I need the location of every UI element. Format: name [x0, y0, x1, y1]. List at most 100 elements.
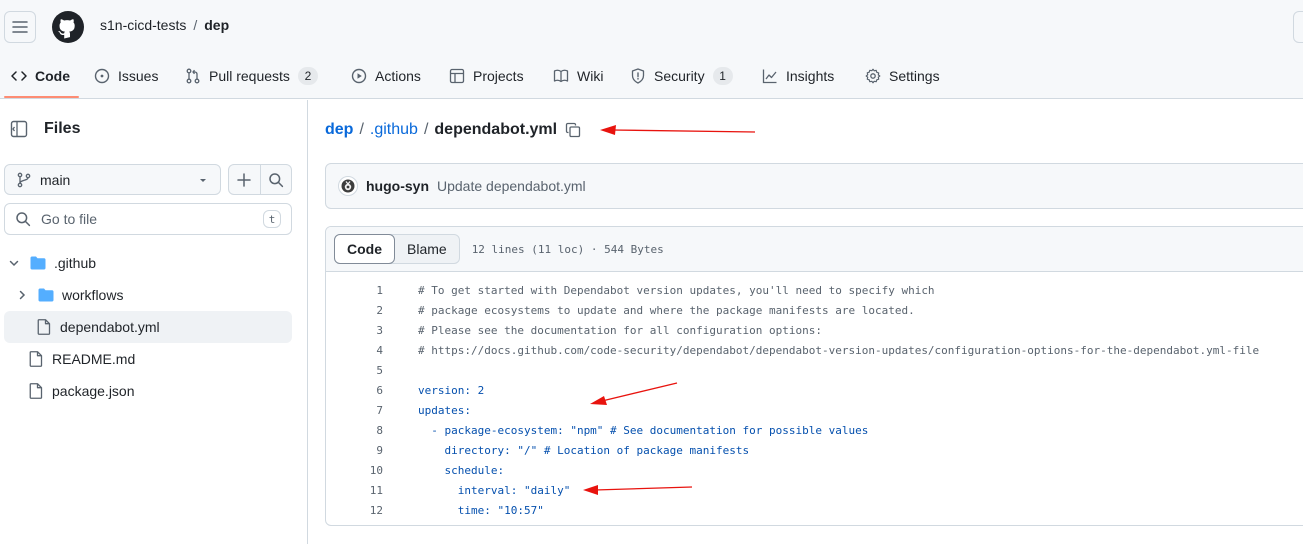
code-viewer: Code Blame 12 lines (11 loc) · 544 Bytes…: [325, 226, 1303, 526]
repo-nav: Code Issues Pull requests 2 Actions Proj…: [0, 54, 1303, 99]
code-line: 4 # https://docs.github.com/code-security…: [326, 340, 1303, 360]
hamburger-menu-button[interactable]: [4, 11, 36, 43]
user-avatar-icon: [341, 179, 355, 193]
tab-actions[interactable]: Actions: [351, 54, 421, 98]
tab-projects[interactable]: Projects: [449, 54, 524, 98]
breadcrumb-separator: /: [193, 17, 198, 33]
commit-author[interactable]: hugo-syn: [366, 178, 429, 194]
tree-folder-github[interactable]: .github: [4, 247, 292, 279]
tab-pull-requests[interactable]: Pull requests 2: [185, 54, 318, 98]
tab-settings[interactable]: Settings: [865, 54, 940, 98]
code-line: 12 time: "10:57": [326, 500, 1303, 520]
line-content: # To get started with Dependabot version…: [418, 283, 935, 297]
line-number[interactable]: 10: [326, 464, 383, 477]
shield-icon: [630, 68, 646, 84]
tree-item-label: .github: [54, 255, 97, 271]
avatar[interactable]: [338, 176, 358, 196]
tree-file-package-json[interactable]: package.json: [4, 375, 292, 407]
code-line: 3 # Please see the documentation for all …: [326, 320, 1303, 340]
search-icon: [269, 172, 284, 187]
code-line: 5: [326, 360, 1303, 380]
line-number[interactable]: 7: [326, 404, 383, 417]
red-arrow-annotation: [600, 125, 756, 135]
line-content: version: 2: [418, 383, 485, 397]
tab-label: Projects: [473, 68, 524, 84]
code-line: 6 version: 2: [326, 380, 1303, 400]
collapse-sidebar-icon[interactable]: [8, 118, 30, 140]
code-line: 9 directory: "/" # Location of package m…: [326, 440, 1303, 460]
tab-label: Actions: [375, 68, 421, 84]
search-files-button[interactable]: [259, 165, 291, 194]
chevron-right-icon[interactable]: [14, 287, 30, 303]
github-logo-icon[interactable]: [52, 11, 84, 43]
path-repo-link[interactable]: dep: [325, 121, 353, 139]
pull-request-icon: [185, 68, 201, 84]
header-right-button[interactable]: [1293, 11, 1303, 43]
copy-path-icon[interactable]: [565, 122, 581, 138]
file-actions-group: [228, 164, 292, 195]
file-icon: [28, 351, 44, 367]
folder-icon: [38, 287, 54, 303]
tab-wiki[interactable]: Wiki: [553, 54, 603, 98]
line-number[interactable]: 12: [326, 504, 383, 517]
file-tree-sidebar: Files main Go to file t .github workflow…: [0, 100, 308, 544]
branch-selector[interactable]: main: [4, 164, 221, 195]
owner-link[interactable]: s1n-cicd-tests: [100, 17, 186, 33]
plus-icon: [237, 172, 252, 187]
hamburger-icon: [12, 21, 28, 33]
path-dir-link[interactable]: .github: [370, 121, 418, 139]
security-count: 1: [712, 67, 733, 85]
chevron-down-icon[interactable]: [6, 255, 22, 271]
line-number[interactable]: 2: [326, 304, 383, 317]
go-to-file-placeholder: Go to file: [41, 211, 98, 227]
tab-label: Issues: [118, 68, 159, 84]
code-line: 8 - package-ecosystem: "npm" # See docum…: [326, 420, 1303, 440]
go-to-file-input[interactable]: Go to file t: [4, 203, 292, 235]
issue-icon: [94, 68, 110, 84]
line-number[interactable]: 6: [326, 384, 383, 397]
add-file-button[interactable]: [229, 165, 260, 194]
tab-label: Code: [35, 68, 70, 84]
file-icon: [28, 383, 44, 399]
line-number[interactable]: 1: [326, 284, 383, 297]
line-number[interactable]: 11: [326, 484, 383, 497]
tab-security[interactable]: Security 1: [630, 54, 733, 98]
tree-folder-workflows[interactable]: workflows: [4, 279, 292, 311]
search-icon: [16, 212, 31, 227]
line-content: interval: "daily": [418, 483, 571, 497]
code-line: 2 # package ecosystems to update and wher…: [326, 300, 1303, 320]
path-separator: /: [359, 121, 364, 138]
selected-tab-underline: [4, 96, 79, 98]
repo-link[interactable]: dep: [204, 17, 229, 33]
line-number[interactable]: 3: [326, 324, 383, 337]
global-header: s1n-cicd-tests / dep: [0, 0, 1303, 54]
tree-file-dependabot[interactable]: dependabot.yml: [4, 311, 292, 343]
commit-message[interactable]: Update dependabot.yml: [437, 178, 586, 194]
code-line: 10 schedule:: [326, 460, 1303, 480]
latest-commit-bar: hugo-syn Update dependabot.yml: [325, 163, 1303, 209]
line-number[interactable]: 4: [326, 344, 383, 357]
tab-issues[interactable]: Issues: [94, 54, 158, 98]
line-number[interactable]: 9: [326, 444, 383, 457]
files-header: Files: [8, 118, 80, 140]
tab-label: Settings: [889, 68, 940, 84]
play-icon: [351, 68, 367, 84]
line-number[interactable]: 8: [326, 424, 383, 437]
code-lines: 1 # To get started with Dependabot versio…: [326, 272, 1303, 520]
line-content: - package-ecosystem: "npm" # See documen…: [418, 423, 869, 437]
repo-breadcrumb: s1n-cicd-tests / dep: [100, 17, 229, 33]
code-view-button[interactable]: Code: [334, 234, 395, 264]
tab-code[interactable]: Code: [11, 54, 70, 98]
line-content: # package ecosystems to update and where…: [418, 303, 915, 317]
tree-item-label: dependabot.yml: [60, 319, 160, 335]
keyboard-shortcut-hint: t: [263, 210, 281, 228]
graph-icon: [762, 68, 778, 84]
line-content: # Please see the documentation for all c…: [418, 323, 822, 337]
tree-file-readme[interactable]: README.md: [4, 343, 292, 375]
file-icon: [36, 319, 52, 335]
line-content: time: "10:57": [418, 503, 544, 517]
line-number[interactable]: 5: [326, 364, 383, 377]
blame-view-button[interactable]: Blame: [395, 235, 459, 263]
tab-insights[interactable]: Insights: [762, 54, 834, 98]
table-icon: [449, 68, 465, 84]
